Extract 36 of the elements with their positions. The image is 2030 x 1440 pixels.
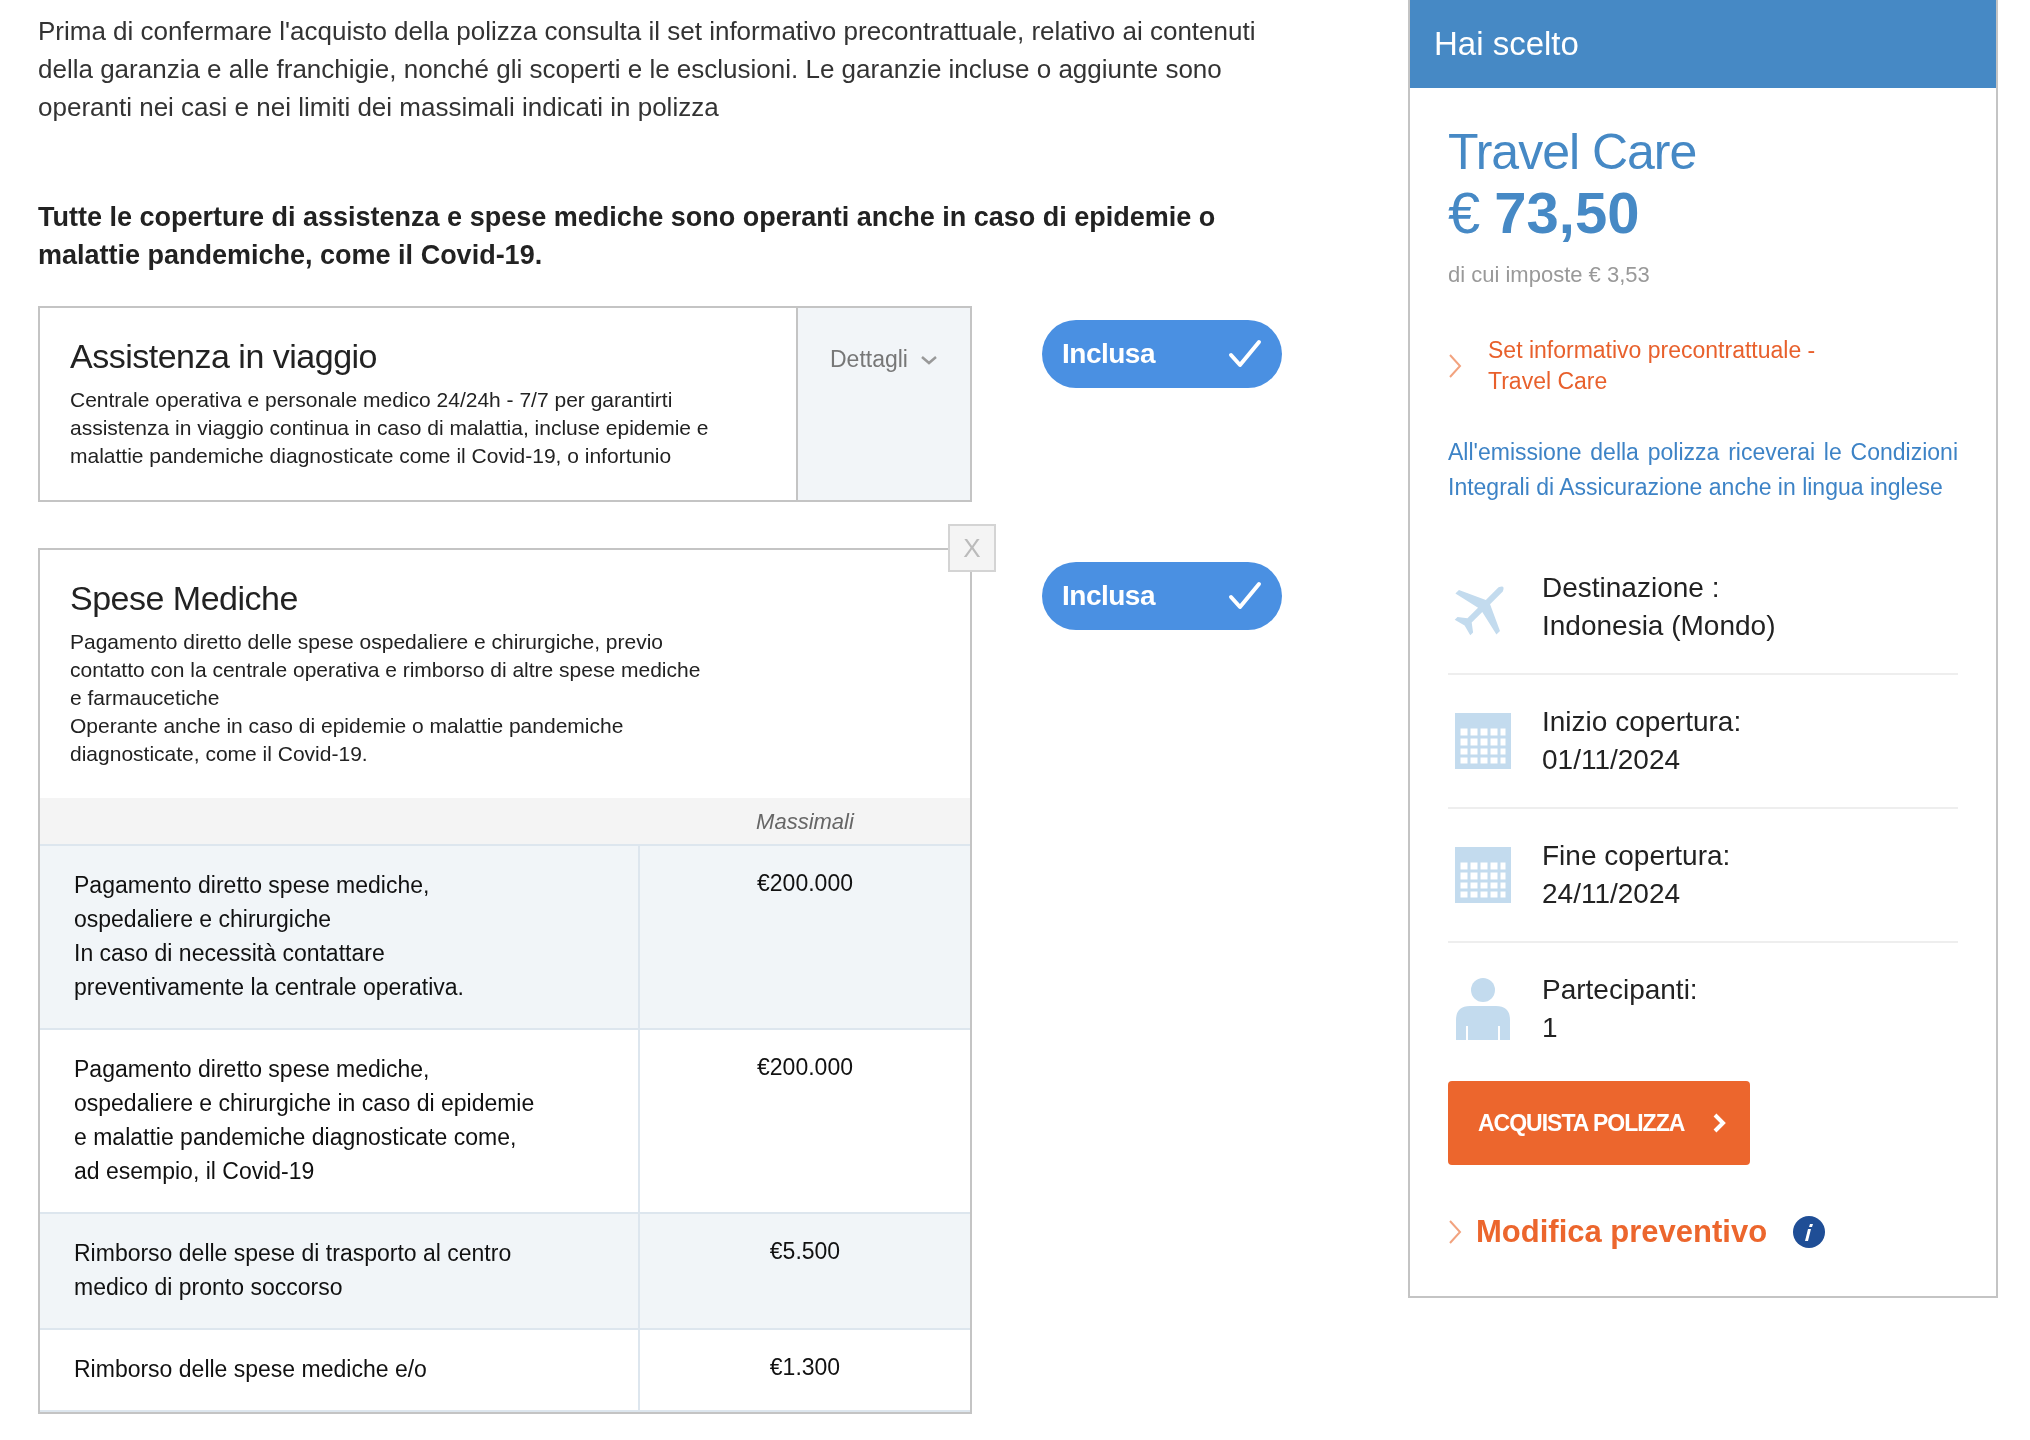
table-cell-text: Pagamento diretto spese mediche, ospedaliere e chirurgiche In caso di necessità contattare preventivamente la centrale operativa.	[74, 871, 465, 1002]
intro-paragraph: Prima di confermare l'acquisto della polizza consulta il set informativo precontrattuale, relativo ai contenuti della garanzia e alle franchigie, nonché gli scoperti e le esclusioni. Le garanzie incluse o aggiunte sono operanti nei casi e nei limiti dei massimali indicati in polizza	[38, 15, 1257, 124]
edit-quote-link[interactable]: Modifica preventivo	[1448, 1209, 1768, 1256]
details-toggle[interactable]: Dettagli	[796, 308, 970, 500]
detail-label: Destinazione :	[1542, 571, 1721, 605]
tax-note: di cui imposte € 3,53	[1448, 261, 1651, 289]
detail-label: Partecipanti:	[1542, 973, 1698, 1007]
table-cell-text: €5.500	[769, 1237, 841, 1266]
table-cell-text: €200.000	[757, 1053, 853, 1082]
coverage-title: Spese Mediche	[70, 578, 299, 619]
table-cell-text: €200.000	[757, 869, 853, 898]
table-cell-text: Rimborso delle spese di trasporto al centro medico di pronto soccorso	[74, 1239, 513, 1302]
detail-label: Inizio copertura:	[1542, 705, 1742, 739]
column-header: Massimali	[755, 807, 856, 836]
coverage-description: Centrale operativa e personale medico 24/24h - 7/7 per garantirti assistenza in viaggio continua in caso di malattia, incluse epidemie e malattie pandemiche diagnosticate come il Covid-19, o infortunio	[70, 387, 710, 469]
close-button[interactable]: X	[948, 524, 996, 572]
table-cell-text: Rimborso delle spese mediche e/o	[74, 1355, 428, 1384]
document-link[interactable]: Set informativo precontrattuale - Travel Care	[1448, 335, 1958, 397]
price: 73,50	[1494, 180, 1640, 246]
coverage-title: Assistenza in viaggio	[70, 336, 378, 377]
table-cell-text: Pagamento diretto spese mediche, ospedaliere e chirurgiche in caso di epidemie e malattie pandemiche diagnosticate come, ad esempio, il Covid-19	[74, 1055, 536, 1186]
panel-header: Hai scelto	[1410, 0, 1996, 88]
detail-value: 1	[1542, 1011, 1559, 1045]
detail-value: 01/11/2024	[1542, 743, 1682, 777]
table-cell-text: €1.300	[769, 1353, 841, 1382]
detail-value: Indonesia (Mondo)	[1542, 609, 1776, 643]
product-name: Travel Care	[1448, 124, 1698, 180]
currency-symbol: €	[1448, 180, 1481, 246]
buy-button[interactable]: ACQUISTA POLIZZA	[1448, 1081, 1750, 1165]
included-button[interactable]: Inclusa	[1042, 320, 1282, 388]
included-button[interactable]: Inclusa	[1042, 562, 1282, 630]
info-note: All'emissione della polizza riceverai le Condizioni Integrali di Assicurazione anche in lingua inglese	[1448, 438, 1958, 502]
detail-value: 24/11/2024	[1542, 877, 1682, 911]
notice-paragraph: Tutte le coperture di assistenza e spese mediche sono operanti anche in caso di epidemie o malattie pandemiche, come il Covid-19.	[38, 201, 1217, 272]
detail-label: Fine copertura:	[1542, 839, 1731, 873]
coverage-description: Pagamento diretto delle spese ospedaliere e chirurgiche, previo contatto con la centrale operativa e rimborso di altre spese mediche e farmaucetiche Operante anche in caso di epidemie o malattie pandemiche diagnosticate, come il Covid-19.	[70, 629, 702, 767]
